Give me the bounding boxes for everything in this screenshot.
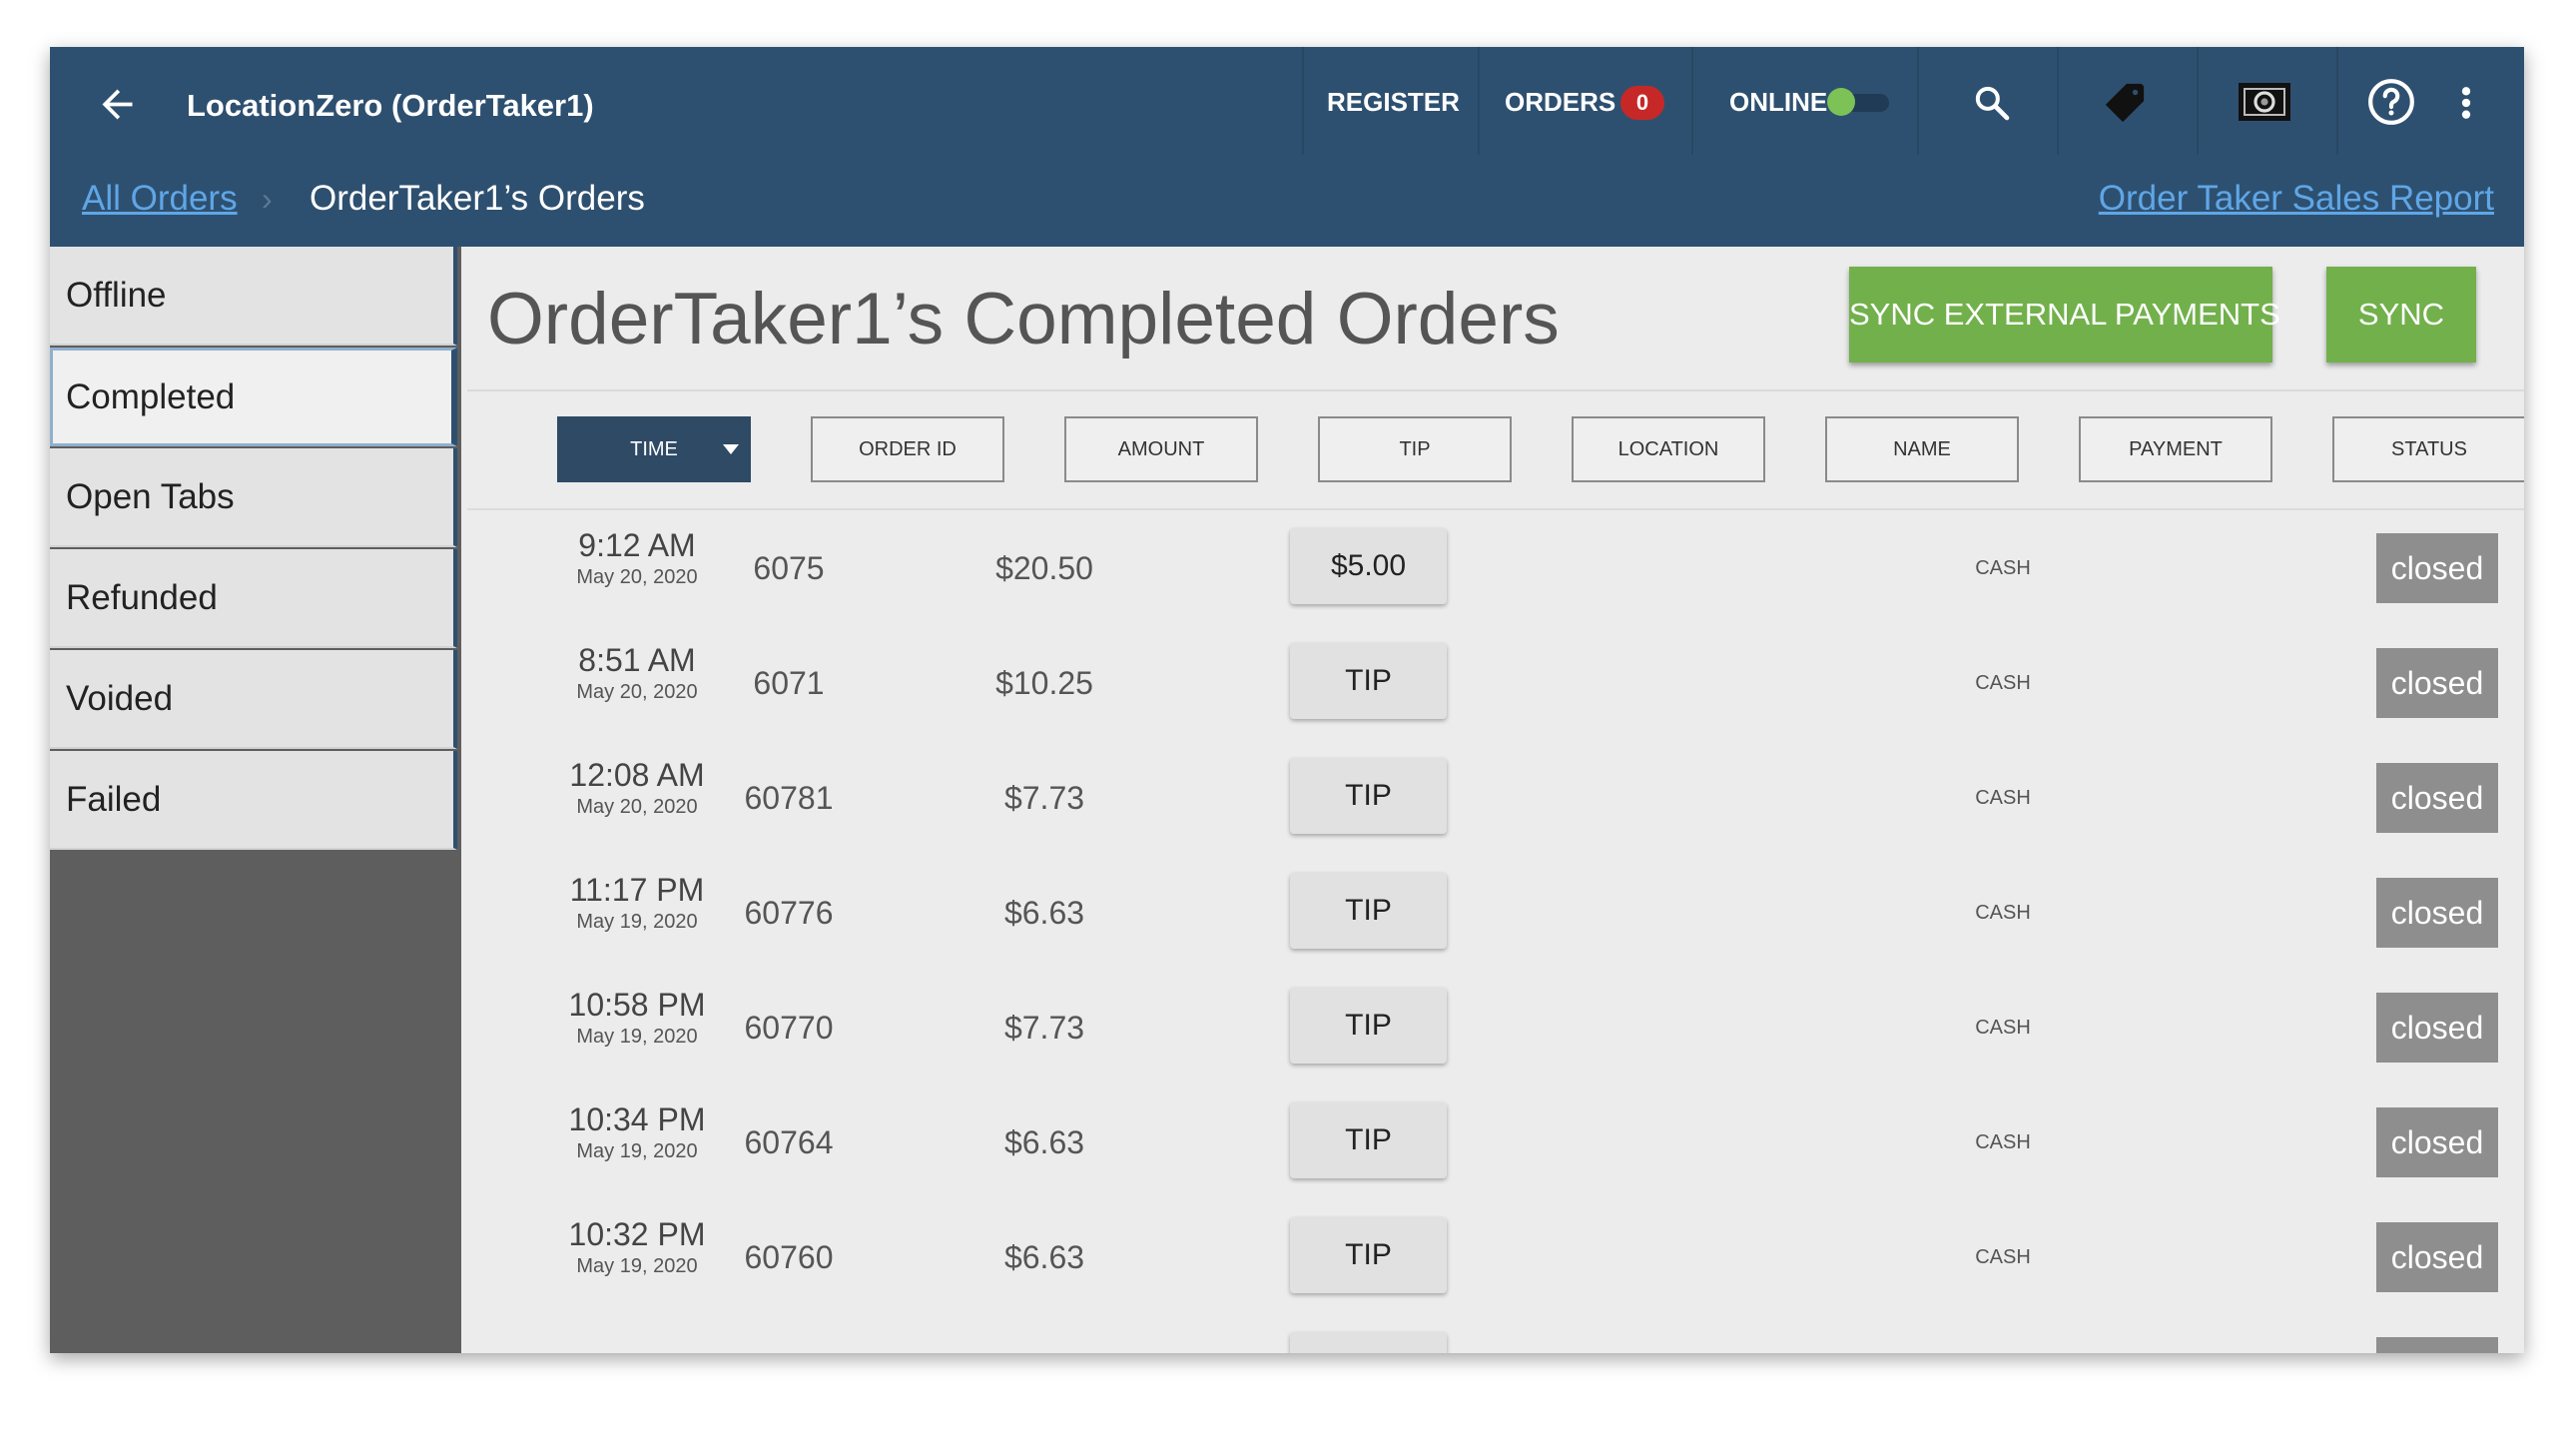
table-row[interactable]: 10:58 PM May 19, 2020 60770 $7.73 TIP CA… xyxy=(467,970,2524,1084)
tip-button[interactable]: TIP xyxy=(1290,988,1447,1064)
column-header-amount[interactable]: AMOUNT xyxy=(1064,416,1258,482)
payment-method: CASH xyxy=(1975,1017,2031,1039)
payment-method: CASH xyxy=(1975,1131,2031,1153)
app-title: LocationZero (OrderTaker1) xyxy=(187,88,594,123)
status-badge: closed xyxy=(2376,878,2498,948)
more-vert-icon[interactable] xyxy=(2456,83,2476,123)
table-row[interactable]: 10:32 PM May 19, 2020 60760 $6.63 TIP CA… xyxy=(467,1199,2524,1314)
order-amount: $20.50 xyxy=(995,550,1093,586)
order-amount: $7.73 xyxy=(1003,1010,1085,1046)
column-header-order-id[interactable]: ORDER ID xyxy=(811,416,1004,482)
table-row[interactable] xyxy=(467,1314,2524,1353)
order-amount: $6.63 xyxy=(1003,895,1085,931)
toggle-knob xyxy=(1827,88,1855,116)
table-row[interactable]: 10:34 PM May 19, 2020 60764 $6.63 TIP CA… xyxy=(467,1084,2524,1199)
order-amount: $7.73 xyxy=(1003,780,1085,816)
sidebar-item-failed[interactable]: Failed xyxy=(50,751,457,850)
column-header-name[interactable]: NAME xyxy=(1825,416,2019,482)
page-title: OrderTaker1’s Completed Orders xyxy=(487,279,1560,360)
payment-method: CASH xyxy=(1975,902,2031,924)
search-icon[interactable] xyxy=(1972,83,2012,123)
order-id: 60776 xyxy=(744,895,834,931)
online-toggle[interactable] xyxy=(1827,88,1891,116)
column-header-tip[interactable]: TIP xyxy=(1318,416,1512,482)
sidebar-item-completed[interactable]: Completed xyxy=(50,348,457,446)
status-badge: closed xyxy=(2376,763,2498,833)
breadcrumb-chevron-icon: › xyxy=(262,181,273,217)
divider xyxy=(1691,47,1693,155)
main-content: OrderTaker1’s Completed Orders SYNC EXTE… xyxy=(467,247,2524,1353)
register-button[interactable]: REGISTER xyxy=(1327,77,1460,127)
column-header-payment[interactable]: PAYMENT xyxy=(2079,416,2272,482)
sidebar-item-open-tabs[interactable]: Open Tabs xyxy=(50,448,457,547)
breadcrumb-all-orders-link[interactable]: All Orders xyxy=(82,177,238,221)
sales-report-link[interactable]: Order Taker Sales Report xyxy=(2099,177,2494,221)
sort-caret-icon xyxy=(723,444,739,454)
tip-button[interactable]: TIP xyxy=(1290,1102,1447,1178)
status-badge xyxy=(2376,1337,2498,1353)
column-header-location[interactable]: LOCATION xyxy=(1572,416,1765,482)
table-row[interactable]: 8:51 AM May 20, 2020 6071 $10.25 TIP CAS… xyxy=(467,625,2524,740)
tip-button[interactable]: TIP xyxy=(1290,1217,1447,1293)
app-window: LocationZero (OrderTaker1) REGISTER ORDE… xyxy=(50,47,2524,1353)
orders-count-badge: 0 xyxy=(1620,86,1664,120)
sidebar-item-offline[interactable]: Offline xyxy=(50,247,457,346)
order-id: 60764 xyxy=(744,1124,834,1160)
status-badge: closed xyxy=(2376,648,2498,718)
sidebar-item-voided[interactable]: Voided xyxy=(50,650,457,749)
camera-icon[interactable] xyxy=(2237,79,2292,125)
tip-button[interactable]: $5.00 xyxy=(1290,528,1447,604)
orders-button[interactable]: ORDERS xyxy=(1505,77,1615,127)
payment-method: CASH xyxy=(1975,672,2031,694)
table-row[interactable]: 9:12 AM May 20, 2020 6075 $20.50 $5.00 C… xyxy=(467,510,2524,625)
order-amount: $6.63 xyxy=(1003,1239,1085,1275)
order-id: 60781 xyxy=(744,780,834,816)
help-icon[interactable] xyxy=(2366,77,2416,127)
column-header-time[interactable]: TIME xyxy=(557,416,751,482)
order-id: 60760 xyxy=(744,1239,834,1275)
order-id: 6075 xyxy=(753,550,825,586)
sync-external-payments-button[interactable]: SYNC EXTERNAL PAYMENTS xyxy=(1849,267,2280,362)
table-row[interactable]: 11:17 PM May 19, 2020 60776 $6.63 TIP CA… xyxy=(467,855,2524,970)
order-id: 60770 xyxy=(744,1010,834,1046)
column-header-label: TIME xyxy=(630,438,678,460)
divider xyxy=(2197,47,2199,155)
order-amount: $6.63 xyxy=(1003,1124,1085,1160)
order-amount: $10.25 xyxy=(995,665,1093,701)
divider xyxy=(1917,47,1919,155)
sidebar-item-refunded[interactable]: Refunded xyxy=(50,549,457,648)
breadcrumb-current: OrderTaker1’s Orders xyxy=(310,179,645,218)
tip-button[interactable] xyxy=(1290,1332,1447,1353)
top-bar: LocationZero (OrderTaker1) REGISTER ORDE… xyxy=(50,47,2524,247)
column-header-status[interactable]: STATUS xyxy=(2332,416,2524,482)
status-badge: closed xyxy=(2376,993,2498,1063)
table-row[interactable]: 12:08 AM May 20, 2020 60781 $7.73 TIP CA… xyxy=(467,740,2524,855)
tag-icon[interactable] xyxy=(2102,80,2148,126)
status-badge: closed xyxy=(2376,1107,2498,1177)
back-arrow-icon[interactable] xyxy=(95,82,140,127)
sync-button[interactable]: SYNC xyxy=(2326,267,2476,362)
tip-button[interactable]: TIP xyxy=(1290,758,1447,834)
divider xyxy=(467,389,2524,391)
online-label: ONLINE xyxy=(1729,87,1828,117)
sidebar: Offline Completed Open Tabs Refunded Voi… xyxy=(50,247,461,1353)
divider xyxy=(1302,47,1304,155)
divider xyxy=(1478,47,1480,155)
divider xyxy=(2057,47,2059,155)
tip-button[interactable]: TIP xyxy=(1290,873,1447,949)
payment-method: CASH xyxy=(1975,1246,2031,1268)
payment-method: CASH xyxy=(1975,557,2031,579)
tip-button[interactable]: TIP xyxy=(1290,643,1447,719)
status-badge: closed xyxy=(2376,1222,2498,1292)
payment-method: CASH xyxy=(1975,787,2031,809)
status-badge: closed xyxy=(2376,533,2498,603)
divider xyxy=(2336,47,2338,155)
order-id: 6071 xyxy=(753,665,825,701)
